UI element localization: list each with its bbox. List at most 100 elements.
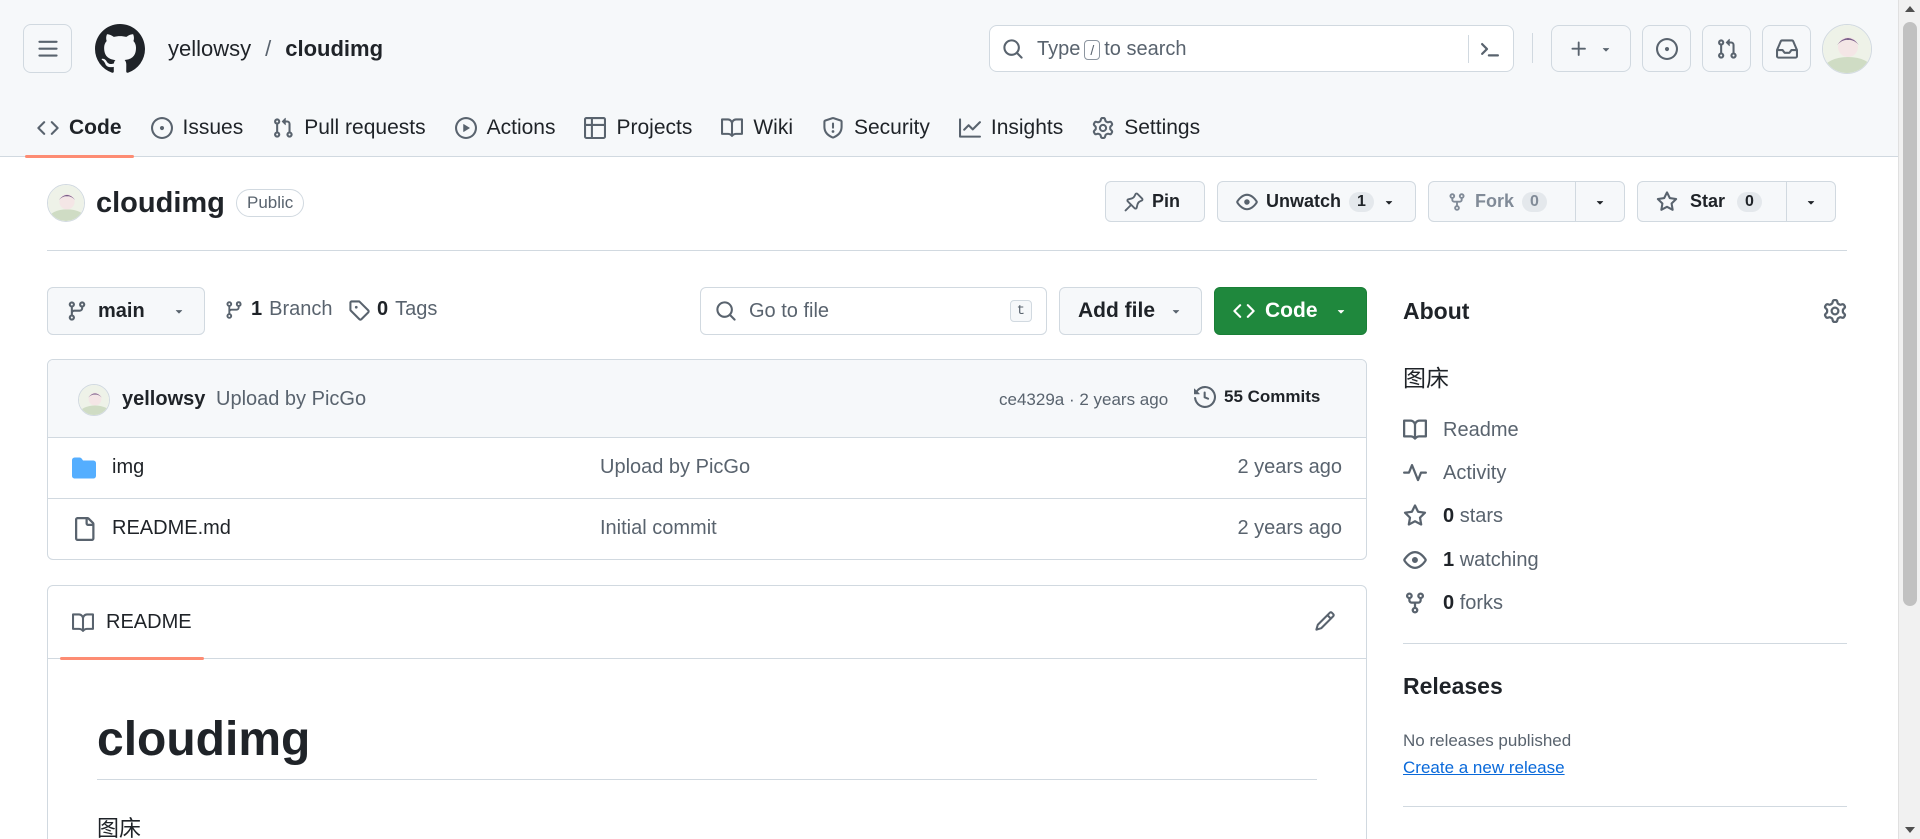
breadcrumb: yellowsy / cloudimg (168, 36, 383, 62)
search-shortcut-key: / (1084, 39, 1101, 60)
scroll-up-arrow[interactable] (1905, 6, 1915, 12)
tags-link[interactable]: 0 Tags (348, 298, 437, 321)
code-button[interactable]: Code (1214, 287, 1367, 335)
tab-actions[interactable]: Actions (443, 98, 568, 157)
menu-button[interactable] (23, 24, 72, 73)
file-age: 2 years ago (1237, 456, 1342, 478)
repo-owner-avatar[interactable] (47, 184, 85, 222)
page-scrollbar[interactable] (1898, 0, 1920, 839)
branches-link[interactable]: 1 Branch (224, 298, 333, 321)
tab-pull-requests[interactable]: Pull requests (260, 98, 437, 157)
releases-heading[interactable]: Releases (1403, 673, 1503, 700)
title-divider (47, 250, 1847, 251)
commit-author-avatar[interactable] (78, 384, 110, 416)
git-branch-icon (226, 300, 242, 319)
code-icon (1233, 304, 1255, 318)
pull-requests-button[interactable] (1702, 25, 1751, 72)
gear-icon[interactable] (1823, 299, 1847, 323)
fork-button[interactable]: Fork 0 (1429, 182, 1575, 221)
tab-settings[interactable]: Settings (1080, 98, 1212, 157)
branch-select-button[interactable]: main (47, 287, 205, 335)
shield-icon (823, 116, 843, 139)
pin-button[interactable]: Pin (1105, 181, 1205, 222)
stars-link[interactable]: 0 stars (1403, 504, 1503, 528)
file-row-img[interactable]: img Upload by PicGo 2 years ago (48, 438, 1366, 499)
forks-link[interactable]: 0 forks (1403, 591, 1503, 615)
latest-commit-row: yellowsy Upload by PicGo ce4329a · 2 yea… (48, 360, 1366, 438)
star-button-group: Star 0 (1637, 181, 1836, 222)
go-to-file-input[interactable]: Go to file t (700, 287, 1047, 335)
visibility-badge: Public (236, 189, 305, 217)
search-input[interactable]: Type / to search (989, 25, 1514, 72)
owner-link[interactable]: yellowsy (168, 36, 251, 62)
add-file-button[interactable]: Add file (1059, 287, 1202, 335)
pin-icon (1124, 192, 1144, 211)
chevron-down-icon (1602, 47, 1610, 52)
chevron-down-icon (1385, 200, 1393, 205)
book-icon (1403, 419, 1427, 440)
tab-insights[interactable]: Insights (947, 98, 1075, 157)
file-commit-message[interactable]: Upload by PicGo (600, 456, 750, 479)
scroll-down-arrow[interactable] (1905, 827, 1915, 833)
file-name[interactable]: README.md (112, 517, 231, 540)
watching-link[interactable]: 1 watching (1403, 548, 1539, 572)
tab-wiki[interactable]: Wiki (709, 98, 805, 157)
activity-link[interactable]: Activity (1403, 461, 1506, 485)
search-placeholder: Type / to search (1037, 38, 1187, 60)
fork-counter: 0 (1522, 191, 1547, 212)
star-icon (1656, 190, 1678, 211)
create-new-button[interactable] (1551, 25, 1631, 72)
table-icon (584, 116, 607, 139)
pencil-icon[interactable] (1314, 610, 1336, 632)
repo-title[interactable]: cloudimg (96, 187, 225, 220)
inbox-button[interactable] (1762, 25, 1811, 72)
breadcrumb-separator: / (265, 36, 272, 61)
sidebar-divider (1403, 643, 1847, 644)
plus-icon (1571, 41, 1586, 56)
about-heading: About (1403, 298, 1470, 324)
user-avatar[interactable] (1822, 24, 1872, 74)
avatar-image (1823, 25, 1871, 73)
readme-tab[interactable]: README (60, 586, 204, 660)
chevron-down-icon (1807, 200, 1815, 205)
folder-icon (72, 457, 96, 479)
issue-icon (150, 116, 173, 139)
readme-link[interactable]: Readme (1403, 418, 1519, 442)
book-icon (72, 612, 94, 632)
file-row-readme[interactable]: README.md Initial commit 2 years ago (48, 499, 1366, 559)
commit-message[interactable]: Upload by PicGo (216, 388, 366, 411)
commits-link[interactable]: 55 Commits (1194, 386, 1320, 408)
github-logo-icon[interactable] (95, 24, 145, 74)
tab-security[interactable]: Security (810, 98, 942, 157)
file-name[interactable]: img (112, 456, 144, 479)
command-palette-icon[interactable] (1478, 37, 1502, 61)
repo-forked-icon (1449, 192, 1465, 211)
chevron-down-icon (1337, 310, 1345, 314)
star-icon (1403, 504, 1427, 526)
issues-button[interactable] (1642, 25, 1691, 72)
tab-projects[interactable]: Projects (572, 98, 704, 157)
tab-code[interactable]: Code (25, 98, 134, 158)
git-branch-icon (68, 301, 86, 321)
avatar-image (79, 385, 109, 415)
file-table: yellowsy Upload by PicGo ce4329a · 2 yea… (47, 359, 1367, 560)
file-age: 2 years ago (1237, 517, 1342, 539)
commit-hash-time[interactable]: ce4329a · 2 years ago (999, 390, 1168, 410)
commit-author[interactable]: yellowsy (122, 388, 205, 411)
repo-link[interactable]: cloudimg (285, 36, 383, 62)
file-commit-message[interactable]: Initial commit (600, 517, 717, 540)
unwatch-button[interactable]: Unwatch 1 (1217, 181, 1416, 222)
go-to-file-placeholder: Go to file (749, 299, 830, 322)
eye-icon (1403, 551, 1427, 569)
tab-issues[interactable]: Issues (139, 98, 256, 157)
hamburger-icon (37, 40, 58, 57)
avatar-image (48, 185, 84, 221)
readme-header: README (48, 586, 1366, 660)
star-dropdown-button[interactable] (1786, 182, 1835, 221)
fork-dropdown-button[interactable] (1575, 182, 1624, 221)
create-release-link[interactable]: Create a new release (1403, 758, 1565, 778)
scrollbar-thumb[interactable] (1903, 22, 1917, 606)
watch-counter: 1 (1349, 191, 1374, 212)
star-counter: 0 (1737, 191, 1762, 212)
star-button[interactable]: Star 0 (1638, 182, 1786, 221)
